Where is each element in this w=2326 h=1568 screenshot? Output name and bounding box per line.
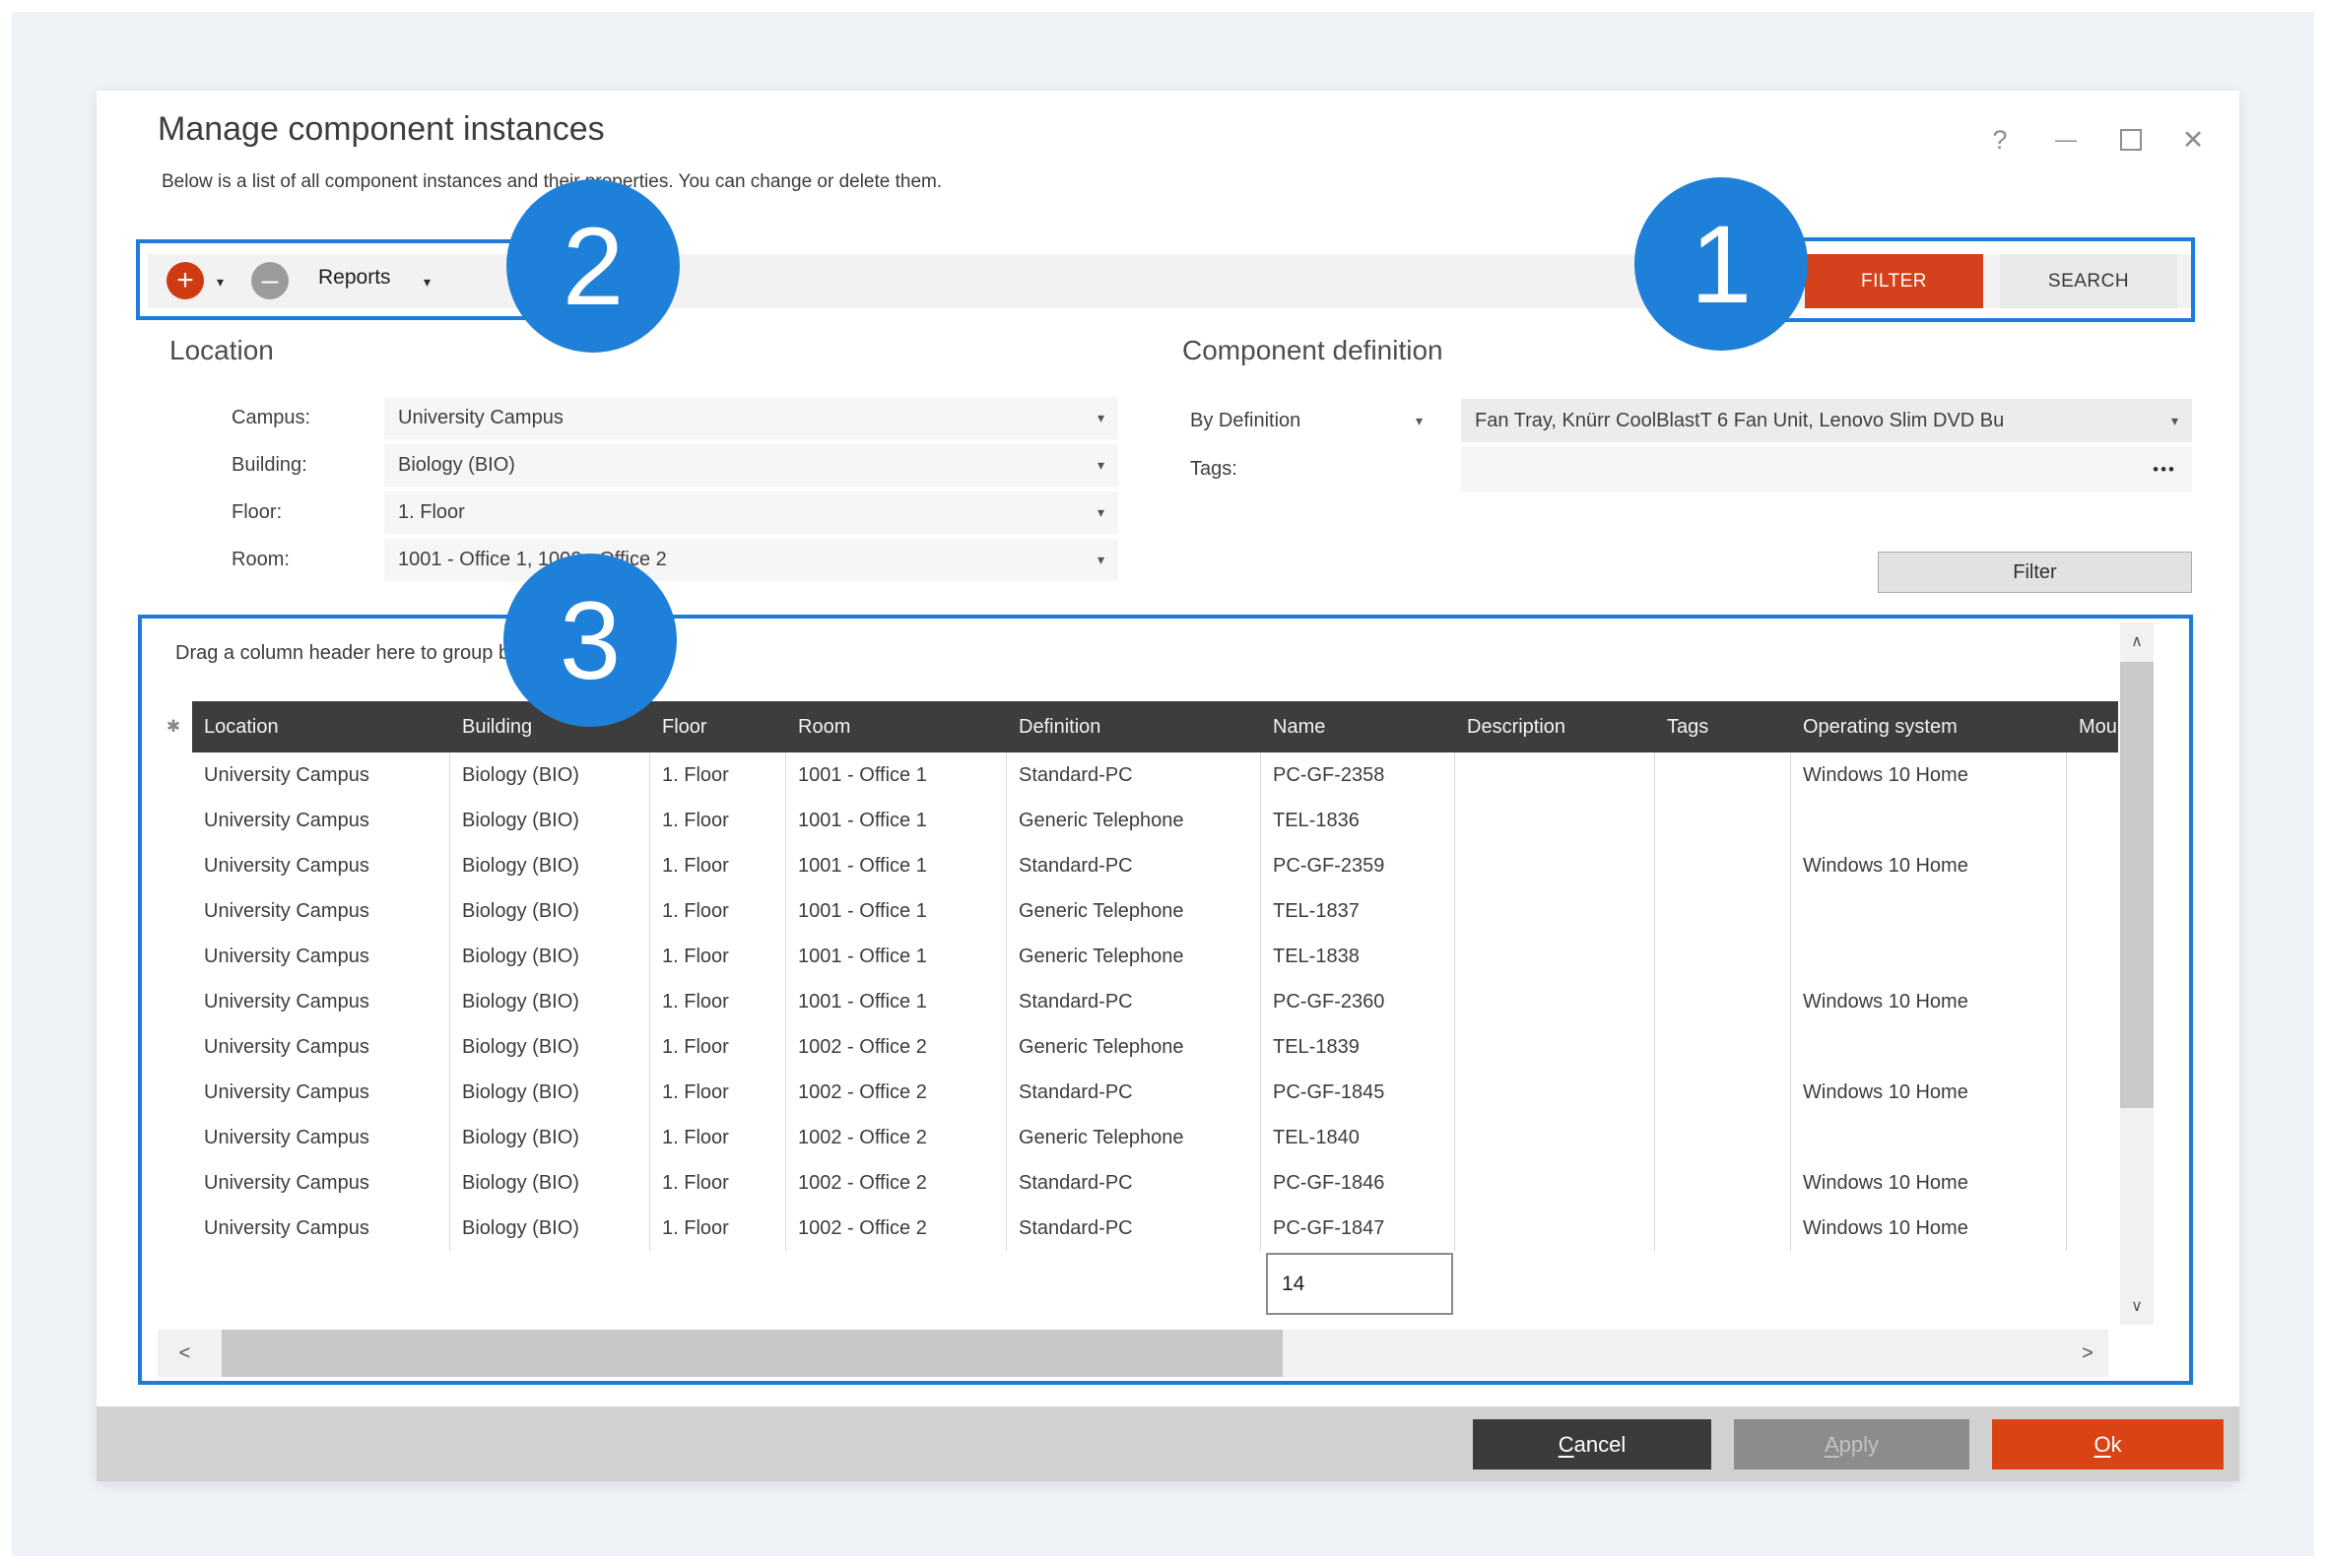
building-select[interactable]: Biology (BIO) ▾	[384, 444, 1118, 487]
close-icon: ✕	[2182, 125, 2205, 156]
maximize-button[interactable]	[2109, 120, 2153, 160]
ok-label: O	[2093, 1432, 2110, 1458]
apply-label: A	[1825, 1432, 1839, 1458]
annotation-box-2	[136, 239, 552, 320]
campus-value: University Campus	[398, 407, 564, 429]
floor-value: 1. Floor	[398, 501, 465, 524]
room-select[interactable]: 1001 - Office 1, 1002 - Office 2 ▾	[384, 539, 1118, 581]
floor-select[interactable]: 1. Floor ▾	[384, 491, 1118, 534]
maximize-icon	[2120, 129, 2142, 151]
minimize-button[interactable]: —	[2044, 120, 2088, 160]
apply-button[interactable]: Apply	[1734, 1419, 1969, 1470]
ellipsis-icon[interactable]: •••	[2153, 460, 2176, 480]
chevron-down-icon: ▾	[1097, 552, 1104, 568]
tags-label: Tags:	[1190, 446, 1237, 492]
close-button[interactable]: ✕	[2171, 120, 2215, 160]
cancel-label-rest: ancel	[1574, 1432, 1627, 1458]
chevron-down-icon: ▾	[1097, 457, 1104, 474]
campus-label: Campus:	[232, 397, 310, 439]
chevron-down-icon: ▾	[1416, 413, 1423, 429]
help-button[interactable]: ?	[1978, 120, 2022, 160]
by-definition-value: By Definition	[1190, 410, 1300, 432]
building-label: Building:	[232, 444, 307, 487]
building-value: Biology (BIO)	[398, 454, 515, 477]
cancel-label: C	[1559, 1432, 1574, 1458]
definition-select[interactable]: Fan Tray, Knürr CoolBlastT 6 Fan Unit, L…	[1461, 399, 2192, 442]
chevron-down-icon: ▾	[2171, 413, 2178, 429]
location-heading: Location	[169, 335, 274, 366]
annotation-circle-3: 3	[503, 554, 677, 727]
filter-button[interactable]: Filter	[1878, 552, 2192, 593]
apply-label-rest: pply	[1839, 1432, 1879, 1458]
room-label: Room:	[232, 539, 290, 581]
annotation-box-1	[1763, 237, 2195, 322]
minimize-icon: —	[2055, 127, 2077, 153]
campus-select[interactable]: University Campus ▾	[384, 397, 1118, 439]
chevron-down-icon: ▾	[1097, 504, 1104, 521]
by-definition-select[interactable]: By Definition ▾	[1190, 399, 1436, 442]
annotation-circle-1: 1	[1634, 177, 1808, 351]
floor-label: Floor:	[232, 491, 282, 534]
ok-button[interactable]: Ok	[1992, 1419, 2224, 1470]
annotation-box-3	[138, 615, 2193, 1385]
ok-label-rest: k	[2111, 1432, 2122, 1458]
page-title: Manage component instances	[158, 110, 605, 149]
cancel-button[interactable]: Cancel	[1473, 1419, 1711, 1470]
chevron-down-icon: ▾	[1097, 410, 1104, 426]
tags-input[interactable]: •••	[1461, 446, 2192, 492]
component-definition-heading: Component definition	[1182, 335, 1443, 366]
definition-value: Fan Tray, Knürr CoolBlastT 6 Fan Unit, L…	[1475, 410, 2004, 432]
annotation-circle-2: 2	[506, 179, 680, 353]
help-icon: ?	[1992, 125, 2007, 156]
